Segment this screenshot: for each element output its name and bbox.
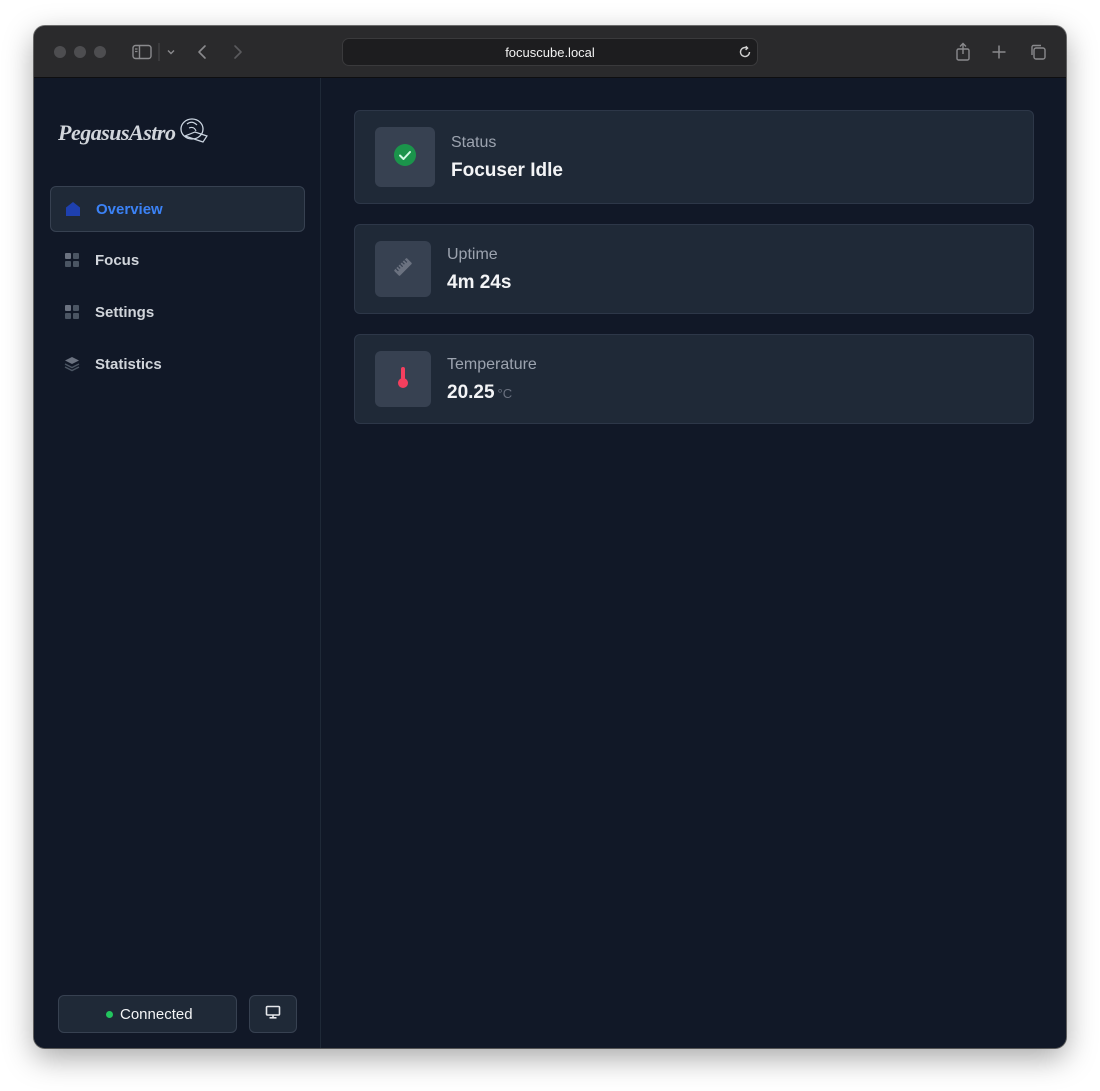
layers-icon [64, 356, 80, 372]
status-dot [106, 1011, 113, 1018]
status-card: Status Focuser Idle [354, 110, 1034, 204]
temperature-unit: °C [497, 386, 513, 401]
check-circle-icon [393, 143, 417, 172]
sidebar-item-label: Overview [96, 201, 163, 218]
connection-label: Connected [120, 1006, 193, 1023]
share-icon[interactable] [954, 40, 972, 64]
zoom-window-button[interactable] [94, 46, 106, 58]
sidebar-item-label: Focus [95, 252, 140, 269]
sidebar-item-label: Statistics [95, 356, 162, 373]
temperature-card: Temperature 20.25 °C [354, 334, 1034, 424]
brand-logo: PegasusAstro [58, 116, 209, 149]
main-content: Status Focuser Idle Uptime 4m 24s Temper… [321, 78, 1066, 1048]
new-tab-icon[interactable] [990, 40, 1008, 64]
temperature-value: 20.25 [447, 382, 495, 403]
temperature-reading: 20.25 °C [447, 382, 512, 404]
uptime-label: Uptime [447, 246, 498, 263]
chevron-down-icon[interactable] [165, 40, 177, 64]
brand-logo-text: PegasusAstro [58, 119, 176, 145]
pegasus-logo-icon [177, 116, 209, 149]
monitor-icon [265, 1005, 281, 1024]
status-label: Status [451, 134, 497, 151]
uptime-value: 4m 24s [447, 272, 512, 293]
sidebar-item-settings[interactable]: Settings [50, 290, 305, 336]
connection-status-button[interactable]: Connected [58, 995, 237, 1033]
grid-icon [64, 252, 80, 268]
temperature-icon-box [375, 351, 431, 407]
browser-window: focuscube.local PegasusAstro Overview Fo… [34, 26, 1066, 1048]
tab-overview-icon[interactable] [1028, 40, 1048, 64]
ruler-icon [392, 256, 414, 283]
status-icon-box [375, 127, 435, 187]
url-text: focuscube.local [505, 45, 595, 60]
close-window-button[interactable] [54, 46, 66, 58]
grid-icon [64, 304, 80, 320]
temperature-label: Temperature [447, 356, 537, 373]
uptime-icon-box [375, 241, 431, 297]
sidebar-item-label: Settings [95, 304, 155, 321]
sidebar-item-focus[interactable]: Focus [50, 238, 305, 284]
browser-toolbar: focuscube.local [34, 26, 1066, 78]
forward-icon[interactable] [230, 40, 246, 64]
uptime-card: Uptime 4m 24s [354, 224, 1034, 314]
back-icon[interactable] [194, 40, 210, 64]
sidebar: PegasusAstro Overview Focus Settings Sta… [34, 78, 321, 1048]
address-bar[interactable]: focuscube.local [342, 38, 758, 66]
thermometer-icon [396, 365, 410, 394]
toolbar-divider [157, 40, 161, 64]
reload-icon[interactable] [737, 44, 753, 65]
status-value: Focuser Idle [451, 160, 563, 181]
minimize-window-button[interactable] [74, 46, 86, 58]
home-icon [65, 201, 81, 217]
sidebar-toggle-icon[interactable] [131, 40, 153, 64]
sidebar-item-overview[interactable]: Overview [50, 186, 305, 232]
sidebar-item-statistics[interactable]: Statistics [50, 342, 305, 388]
display-button[interactable] [249, 995, 297, 1033]
